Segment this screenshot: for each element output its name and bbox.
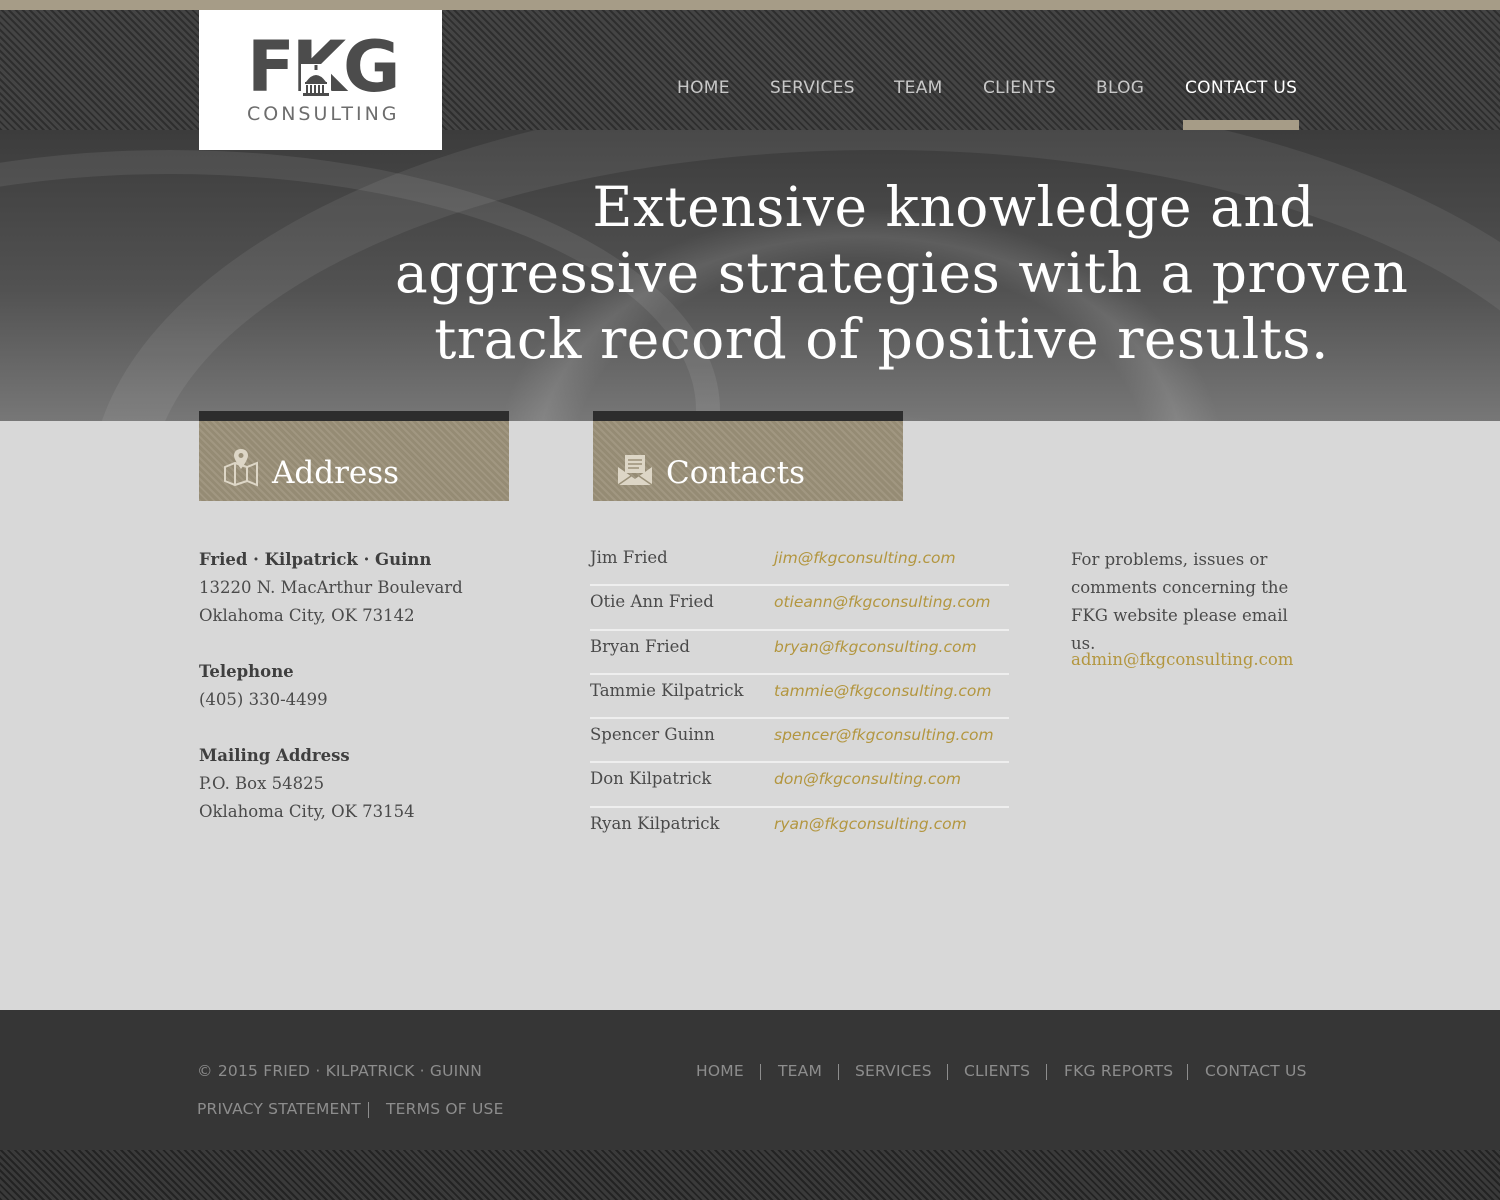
telephone-number[interactable]: (405) 330-4499 xyxy=(199,686,539,714)
hero-line: aggressive strategies with a proven xyxy=(395,241,1409,305)
list-item: Ryan Kilpatrick ryan@fkgconsulting.com xyxy=(590,808,1009,852)
terms-of-use-link[interactable]: TERMS OF USE xyxy=(386,1100,504,1118)
footer-link-services[interactable]: SERVICES xyxy=(855,1062,932,1080)
contacts-list: Jim Fried jim@fkgconsulting.com Otie Ann… xyxy=(590,542,1009,852)
footer-link-fkg-reports[interactable]: FKG REPORTS xyxy=(1064,1062,1173,1080)
capitol-dome-icon xyxy=(301,64,331,98)
list-item: Tammie Kilpatrick tammie@fkgconsulting.c… xyxy=(590,675,1009,720)
company-name: Fried · Kilpatrick · Guinn xyxy=(199,550,432,569)
list-item: Bryan Fried bryan@fkgconsulting.com xyxy=(590,631,1009,675)
street-address: 13220 N. MacArthur Boulevard xyxy=(199,578,463,597)
footer-divider xyxy=(947,1064,948,1080)
copyright: © 2015 FRIED · KILPATRICK · GUINN xyxy=(197,1062,482,1080)
footer-divider xyxy=(1046,1064,1047,1080)
footer-link-home[interactable]: HOME xyxy=(696,1062,744,1080)
nav-contact-us[interactable]: CONTACT US xyxy=(1185,78,1297,102)
list-item: Otie Ann Fried otieann@fkgconsulting.com xyxy=(590,586,1009,631)
footer-link-clients[interactable]: CLIENTS xyxy=(964,1062,1030,1080)
nav-home[interactable]: HOME xyxy=(677,78,730,102)
footer: © 2015 FRIED · KILPATRICK · GUINN PRIVAC… xyxy=(0,1010,1500,1150)
contacts-heading-box: Contacts xyxy=(593,411,903,501)
po-box: P.O. Box 54825 xyxy=(199,774,325,793)
nav-clients[interactable]: CLIENTS xyxy=(983,78,1056,102)
city-line: Oklahoma City, OK 73142 xyxy=(199,606,415,625)
footer-divider xyxy=(368,1102,369,1118)
footer-link-team[interactable]: TEAM xyxy=(778,1062,822,1080)
footer-divider xyxy=(760,1064,761,1080)
address-heading-box: Address xyxy=(199,411,509,501)
address-title: Address xyxy=(272,455,400,491)
contact-name: Spencer Guinn xyxy=(590,725,715,745)
contact-email-link[interactable]: don@fkgconsulting.com xyxy=(774,770,961,788)
contact-email-link[interactable]: tammie@fkgconsulting.com xyxy=(774,682,992,700)
hero-line: track record of positive results. xyxy=(434,307,1329,371)
support-text: For problems, issues or comments concern… xyxy=(1071,550,1289,653)
contact-name: Bryan Fried xyxy=(590,636,690,656)
main-nav: HOME SERVICES TEAM CLIENTS BLOG CONTACT … xyxy=(657,10,1317,130)
list-item: Jim Fried jim@fkgconsulting.com xyxy=(590,542,1009,587)
hero-tagline: Extensive knowledge and aggressive strat… xyxy=(395,174,1409,372)
contact-email-link[interactable]: ryan@fkgconsulting.com xyxy=(774,815,967,833)
telephone-label: Telephone xyxy=(199,662,294,681)
contact-email-link[interactable]: otieann@fkgconsulting.com xyxy=(774,593,990,611)
contact-email-link[interactable]: jim@fkgconsulting.com xyxy=(774,549,956,567)
map-pin-icon xyxy=(224,449,258,487)
envelope-icon xyxy=(617,455,653,486)
hero-line: Extensive knowledge and xyxy=(592,175,1315,239)
nav-blog[interactable]: BLOG xyxy=(1096,78,1144,102)
contact-name: Jim Fried xyxy=(590,548,668,567)
footer-divider xyxy=(1187,1064,1188,1080)
address-block: Fried · Kilpatrick · Guinn 13220 N. MacA… xyxy=(199,546,539,826)
nav-team[interactable]: TEAM xyxy=(894,78,943,102)
list-item: Spencer Guinn spencer@fkgconsulting.com xyxy=(590,719,1009,764)
contact-email-link[interactable]: spencer@fkgconsulting.com xyxy=(774,726,994,744)
admin-email-link[interactable]: admin@fkgconsulting.com xyxy=(1071,650,1293,669)
logo[interactable]: FKG CONSULTING xyxy=(199,10,442,150)
contact-name: Otie Ann Fried xyxy=(590,592,714,612)
hero-banner: Extensive knowledge and aggressive strat… xyxy=(0,130,1500,421)
nav-services[interactable]: SERVICES xyxy=(770,78,855,102)
contact-email-link[interactable]: bryan@fkgconsulting.com xyxy=(774,638,977,656)
contact-name: Tammie Kilpatrick xyxy=(590,680,744,700)
contact-name: Ryan Kilpatrick xyxy=(590,813,720,833)
bottom-strip xyxy=(0,1150,1500,1200)
top-accent-bar xyxy=(0,0,1500,10)
mailing-label: Mailing Address xyxy=(199,746,350,765)
nav-active-indicator xyxy=(1183,120,1299,130)
logo-subtitle: CONSULTING xyxy=(247,103,400,125)
contacts-title: Contacts xyxy=(666,455,806,491)
mailing-city: Oklahoma City, OK 73154 xyxy=(199,802,415,821)
privacy-statement-link[interactable]: PRIVACY STATEMENT xyxy=(197,1100,361,1118)
footer-link-contact-us[interactable]: CONTACT US xyxy=(1205,1062,1307,1080)
footer-divider xyxy=(838,1064,839,1080)
list-item: Don Kilpatrick don@fkgconsulting.com xyxy=(590,763,1009,808)
contact-name: Don Kilpatrick xyxy=(590,769,712,789)
